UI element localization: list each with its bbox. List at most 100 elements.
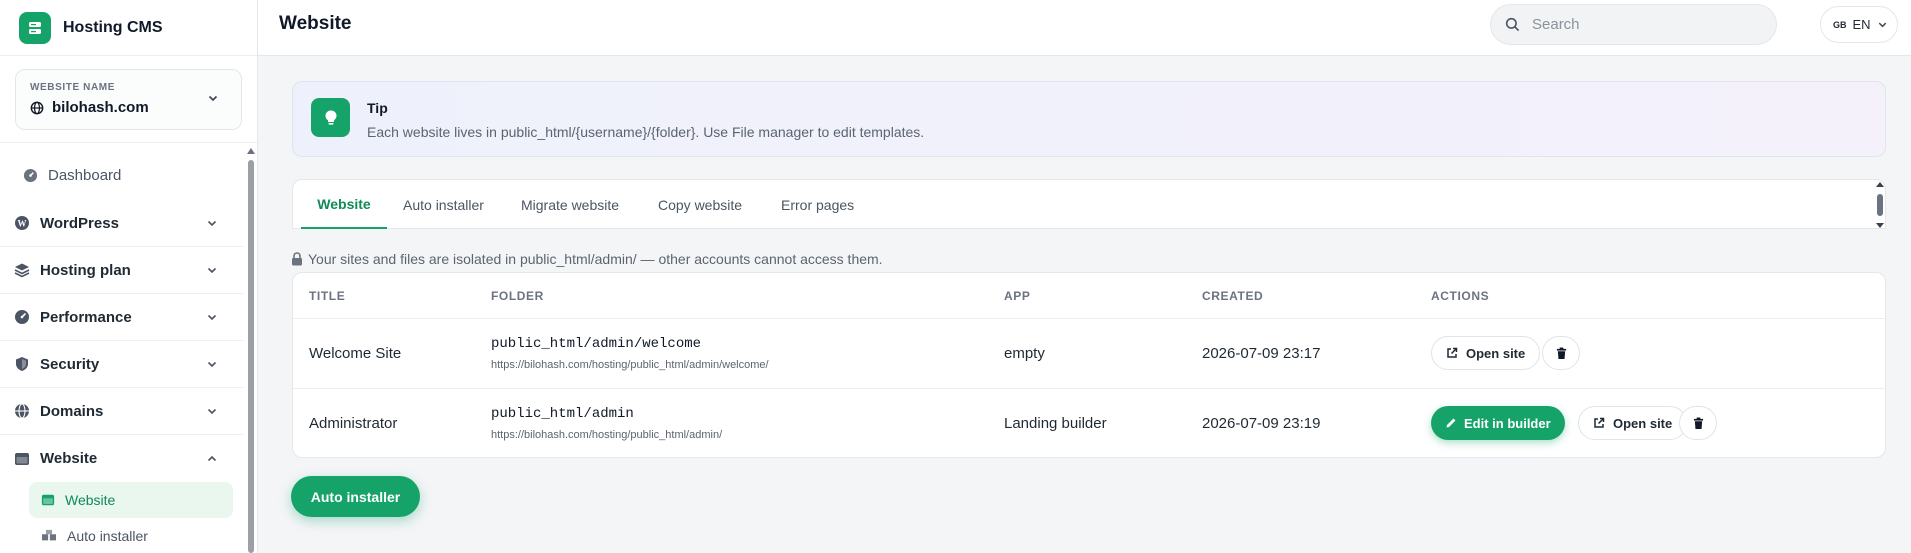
svg-text:W: W [18,219,27,229]
column-header-created: CREATED [1202,289,1264,303]
sidebar-item-label: Domains [40,402,104,420]
chevron-down-icon [207,267,217,274]
sidebar-item-label: WordPress [40,214,119,232]
isolation-note: Your sites and files are isolated in pub… [291,251,883,267]
shield-icon [16,357,28,371]
gauge-icon [15,310,29,324]
chevron-down-icon [208,95,218,102]
language-code: EN [1852,17,1871,32]
column-header-title: TITLE [309,289,346,303]
sidebar-item-performance[interactable]: Performance [0,294,244,341]
scroll-up-arrow-icon[interactable] [247,148,255,154]
scrollbar-thumb[interactable] [1877,194,1883,216]
chevron-down-icon [207,314,217,321]
tip-banner: Tip Each website lives in public_html/{u… [292,81,1886,157]
sidebar-subitem-label: Auto installer [67,528,148,544]
sidebar: Hosting CMS WEBSITE NAME bilohash.com Da… [0,0,258,553]
sidebar-item-label: Website [40,450,98,467]
table-row: Welcome Site public_html/admin/welcome h… [293,318,1885,388]
external-link-icon [1447,347,1458,358]
page-title: Website [279,13,352,34]
scrollbar-thumb[interactable] [248,160,254,553]
row-folder-path: public_html/admin/welcome [491,336,702,352]
tab-scrollbar[interactable] [1876,182,1884,228]
chevron-down-icon [207,361,217,368]
sidebar-scrollbar[interactable] [247,148,255,553]
chevron-down-icon [207,220,217,227]
auto-installer-button[interactable]: Auto installer [291,476,420,517]
globe-icon [30,101,44,114]
tab-bar: Website Auto installer Migrate website C… [292,179,1886,229]
search-box[interactable] [1490,4,1777,45]
flag-icon: GB [1833,19,1847,30]
scroll-up-arrow-icon[interactable] [1876,182,1884,187]
delete-button[interactable] [1542,336,1580,370]
column-header-app: APP [1004,289,1031,303]
isolation-note-text: Your sites and files are isolated in pub… [308,251,883,267]
browser-icon [41,494,55,506]
boxes-icon [42,529,56,541]
open-site-label: Open site [1613,415,1673,431]
dashboard-icon [23,168,38,182]
sidebar-item-label: Dashboard [48,166,122,184]
website-selector-label: WEBSITE NAME [30,82,115,93]
lock-icon [292,252,302,266]
tab-migrate-website[interactable]: Migrate website [521,180,619,229]
external-link-icon [1594,417,1605,428]
row-title: Welcome Site [309,345,402,362]
chevron-down-icon [207,408,217,415]
chevron-up-icon [207,455,217,461]
row-folder-url[interactable]: https://bilohash.com/hosting/public_html… [491,429,722,441]
website-selector-value: bilohash.com [30,99,149,116]
app-name: Hosting CMS [63,18,163,36]
sidebar-item-label: Hosting plan [40,261,131,279]
edit-in-builder-label: Edit in builder [1464,415,1551,431]
row-folder-path: public_html/admin [491,406,634,422]
open-site-label: Open site [1466,345,1526,361]
open-site-button[interactable]: Open site [1431,336,1541,370]
row-created: 2026-07-09 23:17 [1202,345,1321,362]
row-created: 2026-07-09 23:19 [1202,415,1321,432]
row-app: empty [1004,345,1045,362]
trash-icon [1693,417,1703,429]
tab-website[interactable]: Website [301,180,387,229]
sidebar-item-domains[interactable]: Domains [0,388,244,435]
globe-icon [15,403,29,419]
edit-in-builder-button[interactable]: Edit in builder [1431,406,1565,440]
sidebar-item-dashboard[interactable]: Dashboard [0,150,244,200]
sidebar-item-label: Performance [40,308,132,326]
sidebar-subitem-website[interactable]: Website [29,482,233,518]
sidebar-subitem-auto-installer[interactable]: Auto installer [29,518,233,553]
delete-button[interactable] [1679,406,1717,440]
website-name: bilohash.com [52,99,149,116]
search-icon [1505,17,1520,32]
row-folder-url[interactable]: https://bilohash.com/hosting/public_html… [491,359,769,371]
language-selector[interactable]: GB EN [1820,6,1898,43]
website-selector[interactable]: WEBSITE NAME bilohash.com [15,69,242,130]
tab-copy-website[interactable]: Copy website [658,180,742,229]
tab-error-pages[interactable]: Error pages [781,180,854,229]
search-input[interactable] [1532,16,1752,33]
column-header-folder: FOLDER [491,289,544,303]
trash-icon [1556,347,1566,359]
app-logo-icon [19,11,51,44]
layers-icon [14,263,30,278]
pencil-icon [1446,418,1456,428]
column-header-actions: ACTIONS [1431,289,1490,303]
sidebar-divider [0,142,257,143]
open-site-button[interactable]: Open site [1578,406,1688,440]
chevron-down-icon [1878,22,1886,28]
top-header: Website GB EN [258,0,1911,56]
table-row: Administrator public_html/admin https://… [293,388,1885,457]
tip-text: Each website lives in public_html/{usern… [367,124,925,140]
tip-title: Tip [367,100,388,116]
sidebar-item-security[interactable]: Security [0,341,244,388]
tab-auto-installer[interactable]: Auto installer [403,180,484,229]
sidebar-item-hosting-plan[interactable]: Hosting plan [0,247,244,294]
lightbulb-icon [311,98,350,137]
brand[interactable]: Hosting CMS [0,0,257,56]
wordpress-icon: W [15,216,29,230]
scroll-down-arrow-icon[interactable] [1876,223,1884,228]
sidebar-item-website[interactable]: Website [0,435,244,482]
sidebar-item-wordpress[interactable]: W WordPress [0,200,244,247]
